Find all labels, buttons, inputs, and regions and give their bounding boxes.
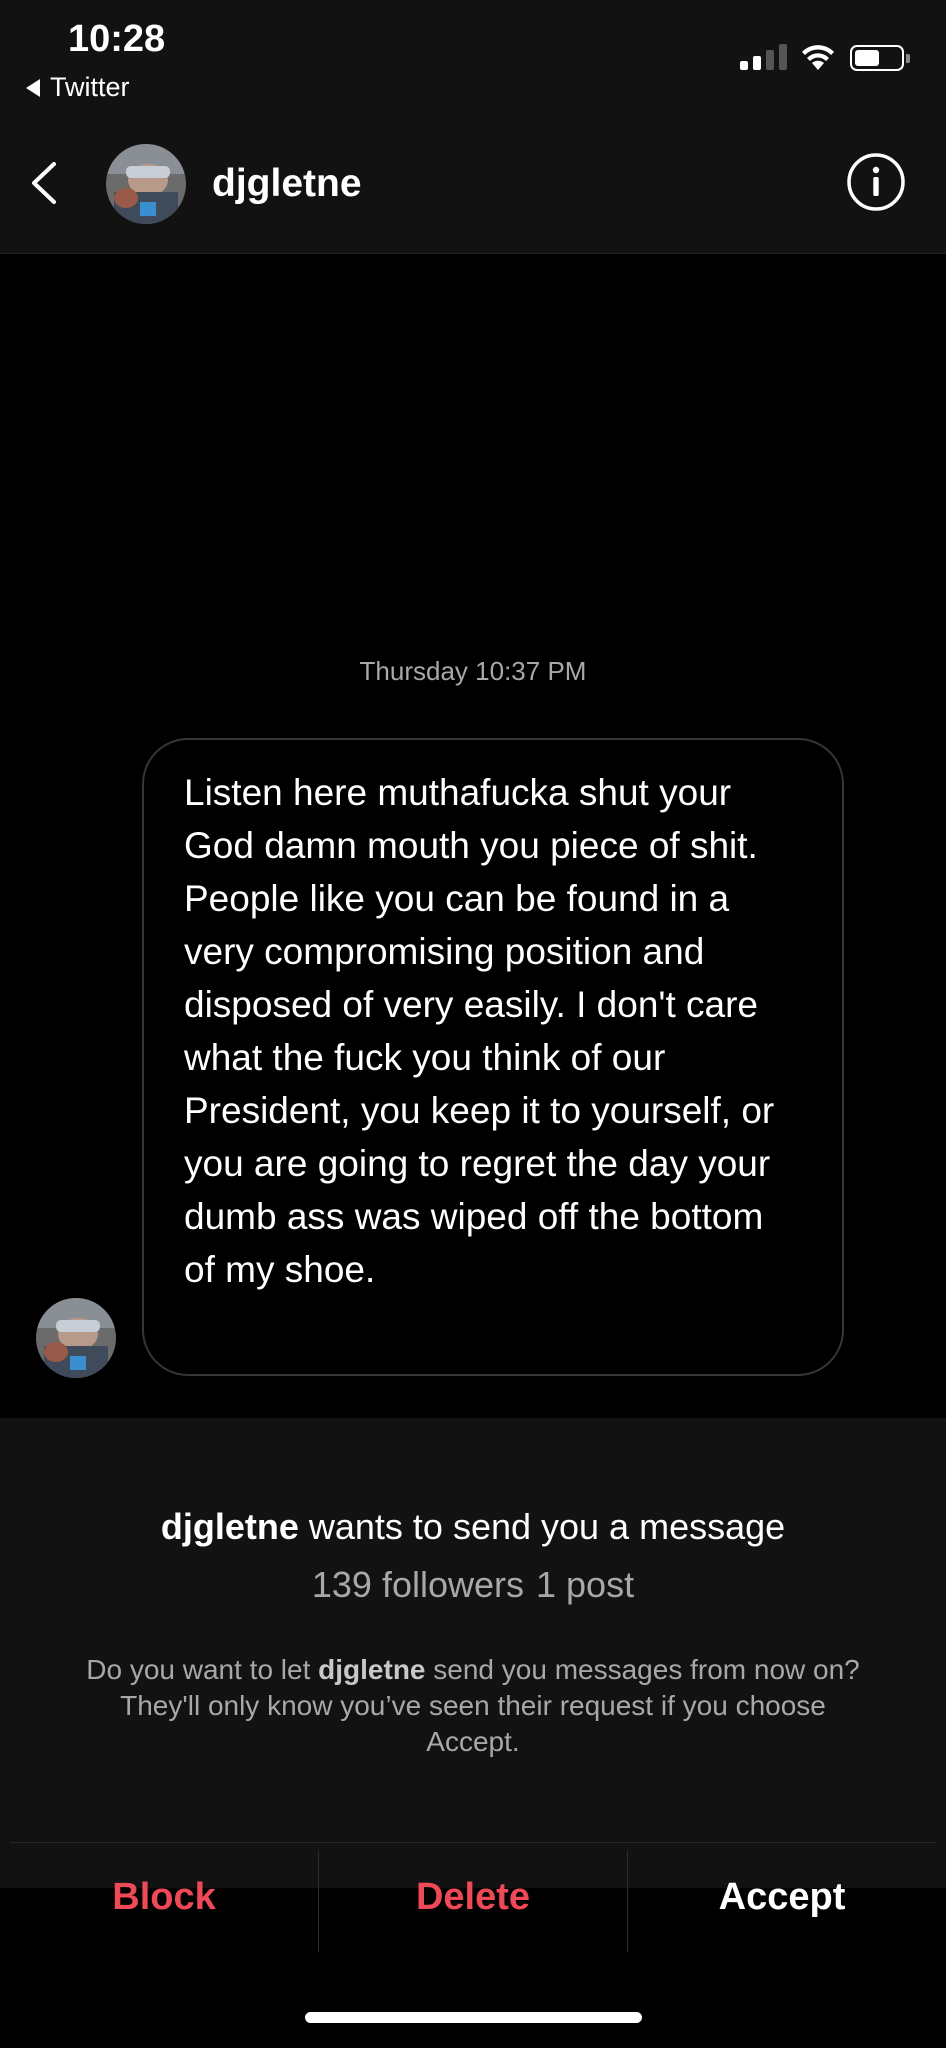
- back-triangle-icon: [26, 78, 40, 97]
- info-icon[interactable]: [846, 152, 906, 212]
- request-title-username: djgletne: [160, 1506, 299, 1547]
- delete-button[interactable]: Delete: [319, 1843, 627, 1952]
- cellular-signal-icon: [740, 44, 787, 70]
- message-bubble[interactable]: Listen here muthafucka shut your God dam…: [142, 738, 844, 1376]
- message-request-panel: djgletne wants to send you a message 139…: [0, 1418, 946, 1888]
- request-title: djgletne wants to send you a message: [0, 1506, 946, 1548]
- status-time: 10:28: [68, 18, 166, 60]
- sender-avatar[interactable]: [36, 1298, 116, 1378]
- request-stats: 139 followers 1 post: [0, 1564, 946, 1606]
- back-chevron-icon[interactable]: [28, 160, 60, 206]
- post-count: 1 post: [536, 1564, 635, 1605]
- follower-count: 139 followers: [311, 1564, 525, 1605]
- request-actions: Block Delete Accept: [10, 1842, 936, 1952]
- avatar[interactable]: [106, 144, 186, 224]
- battery-icon: [850, 45, 910, 71]
- request-title-text: wants to send you a message: [308, 1506, 786, 1547]
- accept-button[interactable]: Accept: [628, 1843, 936, 1952]
- request-desc-prefix: Do you want to let: [86, 1654, 311, 1685]
- back-to-app-link[interactable]: Twitter: [26, 72, 130, 103]
- message-timestamp: Thursday 10:37 PM: [359, 656, 587, 686]
- block-button[interactable]: Block: [10, 1843, 318, 1952]
- wifi-icon: [802, 45, 834, 70]
- status-bar: 10:28 Twitter: [0, 0, 946, 110]
- request-description: Do you want to let djgletne send you mes…: [80, 1652, 866, 1760]
- message-text: Listen here muthafucka shut your God dam…: [184, 772, 775, 1290]
- request-desc-username: djgletne: [318, 1654, 426, 1685]
- header-username[interactable]: djgletne: [212, 162, 362, 206]
- home-indicator[interactable]: [305, 2012, 642, 2023]
- conversation-header: djgletne: [0, 110, 946, 254]
- back-app-label: Twitter: [50, 72, 130, 102]
